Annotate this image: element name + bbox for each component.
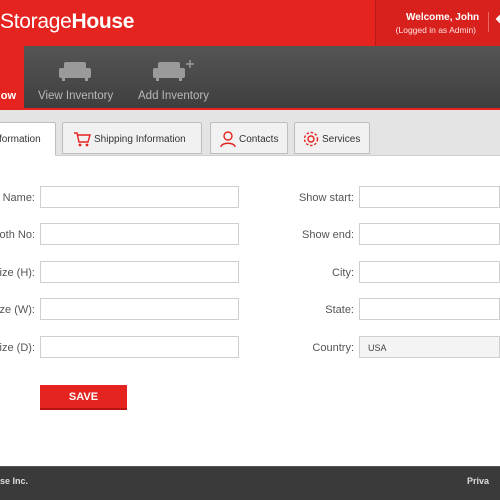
logo-text-storage: Storage (0, 10, 72, 33)
state-input[interactable] (359, 298, 500, 320)
tab-contacts-label: Contacts (239, 134, 279, 145)
show-start-input[interactable] (359, 186, 500, 208)
field-label-name: r Name: (0, 192, 35, 204)
user-welcome-panel: Welcome, John (Logged in as Admin) (375, 0, 500, 46)
tab-services-label: Services (322, 134, 361, 145)
field-label-booth-no: oth No: (0, 229, 35, 241)
field-label-state: State: (325, 304, 354, 316)
nav-item-add-inventory[interactable]: Add Inventory (136, 46, 214, 110)
person-icon (219, 130, 237, 148)
save-button[interactable]: SAVE (40, 385, 127, 410)
gear-icon (302, 130, 320, 148)
tab-services[interactable]: Services (294, 122, 370, 154)
app-logo[interactable]: StorageHouse (0, 10, 134, 34)
country-select-value: USA (368, 343, 387, 353)
booth-no-input[interactable] (40, 223, 239, 245)
welcome-text: Welcome, John (406, 12, 480, 23)
app-footer: se Inc. Priva (0, 466, 500, 500)
logged-in-status: (Logged in as Admin) (395, 25, 476, 35)
field-label-city: City: (332, 267, 354, 279)
show-end-input[interactable] (359, 223, 500, 245)
nav-item-view-inventory-label: View Inventory (38, 90, 114, 102)
size-w-input[interactable] (40, 298, 239, 320)
sofa-icon (58, 60, 92, 82)
footer-copyright: se Inc. (0, 476, 29, 486)
logo-text-house: House (71, 10, 135, 33)
country-select[interactable]: USA (359, 336, 500, 358)
field-label-country: Country: (312, 342, 354, 354)
city-input[interactable] (359, 261, 500, 283)
tab-shipping-information[interactable]: Shipping Information (62, 122, 202, 154)
main-nav: ow View Inventory Add Inventory (0, 46, 500, 110)
show-information-form: r Name: oth No: ize (H): ize (W): ize (D… (0, 156, 500, 466)
field-label-show-end: Show end: (302, 229, 354, 241)
nav-item-active-label: ow (0, 90, 16, 102)
tab-shipping-information-label: Shipping Information (94, 134, 186, 145)
size-d-input[interactable] (40, 336, 239, 358)
tab-information-label: formation (0, 134, 41, 145)
field-label-size-d: ize (D): (0, 342, 35, 354)
size-h-input[interactable] (40, 261, 239, 283)
name-input[interactable] (40, 186, 239, 208)
nav-item-active[interactable]: ow (0, 46, 24, 110)
nav-item-view-inventory[interactable]: View Inventory (36, 46, 118, 110)
nav-item-add-inventory-label: Add Inventory (138, 90, 209, 102)
field-label-size-w: ize (W): (0, 304, 35, 316)
app-header: StorageHouse Welcome, John (Logged in as… (0, 0, 500, 46)
field-label-size-h: ize (H): (0, 267, 35, 279)
sofa-add-icon (152, 60, 196, 82)
field-label-show-start: Show start: (298, 192, 354, 204)
tab-information[interactable]: formation (0, 122, 56, 156)
tab-bar: formation Shipping Information Contacts (0, 110, 500, 156)
logout-icon[interactable] (488, 12, 500, 32)
footer-privacy-link[interactable]: Priva (467, 476, 489, 486)
cart-icon (73, 130, 91, 148)
tab-contacts[interactable]: Contacts (210, 122, 288, 154)
